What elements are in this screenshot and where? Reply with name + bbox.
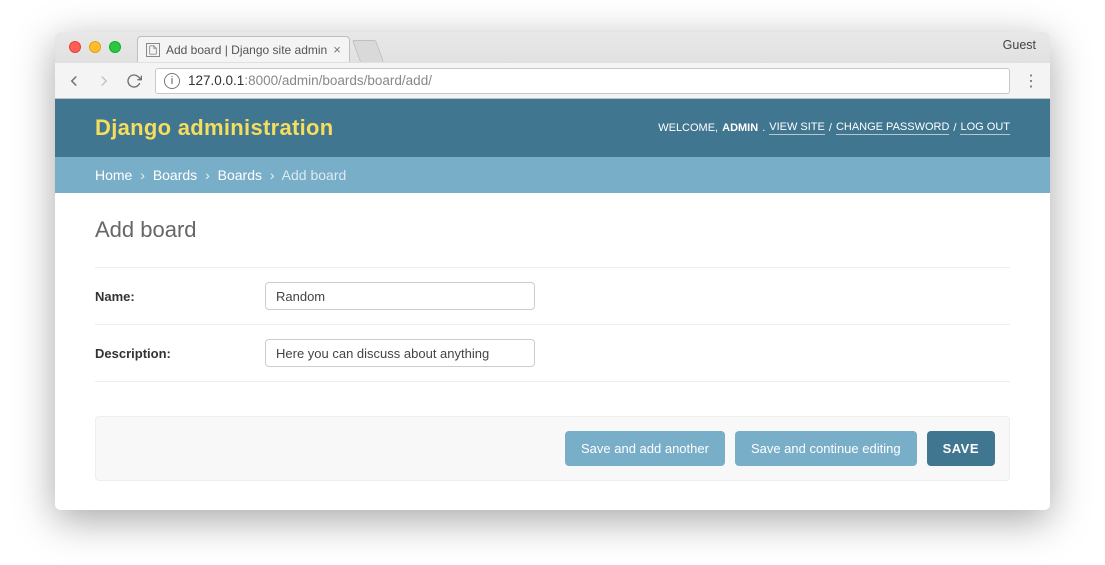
- reload-button[interactable]: [125, 72, 143, 90]
- profile-label[interactable]: Guest: [1003, 38, 1036, 52]
- address-bar[interactable]: i 127.0.0.1:8000/admin/boards/board/add/: [155, 68, 1010, 94]
- view-site-link[interactable]: VIEW SITE: [769, 121, 825, 135]
- submit-row: Save and add another Save and continue e…: [95, 416, 1010, 481]
- form-row-name: Name:: [95, 267, 1010, 325]
- welcome-label: WELCOME,: [658, 122, 718, 134]
- django-header: Django administration WELCOME, ADMIN. VI…: [55, 99, 1050, 157]
- page-content: Django administration WELCOME, ADMIN. VI…: [55, 99, 1050, 510]
- breadcrumb-sep: ›: [205, 167, 210, 183]
- name-label: Name:: [95, 289, 265, 304]
- save-button[interactable]: SAVE: [927, 431, 995, 466]
- url-text: 127.0.0.1:8000/admin/boards/board/add/: [188, 73, 432, 88]
- browser-menu-icon[interactable]: ⋮: [1022, 71, 1040, 91]
- content-main: Add board Name: Description: Save and ad…: [55, 193, 1050, 505]
- name-field[interactable]: [265, 282, 535, 310]
- change-password-link[interactable]: CHANGE PASSWORD: [836, 121, 949, 135]
- dot: .: [762, 122, 765, 134]
- browser-window: Add board | Django site admin × Guest i …: [55, 32, 1050, 510]
- browser-toolbar: i 127.0.0.1:8000/admin/boards/board/add/…: [55, 62, 1050, 98]
- breadcrumb: Home › Boards › Boards › Add board: [55, 157, 1050, 193]
- site-branding[interactable]: Django administration: [95, 115, 334, 141]
- page-favicon-icon: [146, 43, 160, 57]
- breadcrumb-sep: ›: [140, 167, 145, 183]
- url-rest: :8000/admin/boards/board/add/: [244, 73, 432, 88]
- save-continue-button[interactable]: Save and continue editing: [735, 431, 917, 466]
- window-controls: [65, 32, 131, 62]
- forward-button[interactable]: [95, 72, 113, 90]
- username: ADMIN: [722, 122, 758, 134]
- description-label: Description:: [95, 346, 265, 361]
- minimize-window-icon[interactable]: [89, 41, 101, 53]
- log-out-link[interactable]: LOG OUT: [960, 121, 1010, 135]
- user-tools: WELCOME, ADMIN. VIEW SITE / CHANGE PASSW…: [658, 121, 1010, 135]
- description-field[interactable]: [265, 339, 535, 367]
- form-row-description: Description:: [95, 325, 1010, 382]
- sep: /: [829, 122, 832, 134]
- tab-title: Add board | Django site admin: [166, 43, 327, 57]
- url-host: 127.0.0.1: [188, 73, 244, 88]
- sep: /: [953, 122, 956, 134]
- breadcrumb-model[interactable]: Boards: [218, 167, 262, 183]
- page-title: Add board: [95, 217, 1010, 243]
- close-window-icon[interactable]: [69, 41, 81, 53]
- save-add-another-button[interactable]: Save and add another: [565, 431, 725, 466]
- new-tab-button[interactable]: [352, 40, 384, 62]
- breadcrumb-home[interactable]: Home: [95, 167, 132, 183]
- close-tab-icon[interactable]: ×: [333, 42, 341, 57]
- back-button[interactable]: [65, 72, 83, 90]
- tab-strip: Add board | Django site admin × Guest: [55, 32, 1050, 62]
- breadcrumb-sep: ›: [270, 167, 275, 183]
- browser-tab[interactable]: Add board | Django site admin ×: [137, 36, 350, 62]
- maximize-window-icon[interactable]: [109, 41, 121, 53]
- breadcrumb-current: Add board: [282, 167, 347, 183]
- site-info-icon[interactable]: i: [164, 73, 180, 89]
- breadcrumb-app[interactable]: Boards: [153, 167, 197, 183]
- chrome-top: Add board | Django site admin × Guest i …: [55, 32, 1050, 99]
